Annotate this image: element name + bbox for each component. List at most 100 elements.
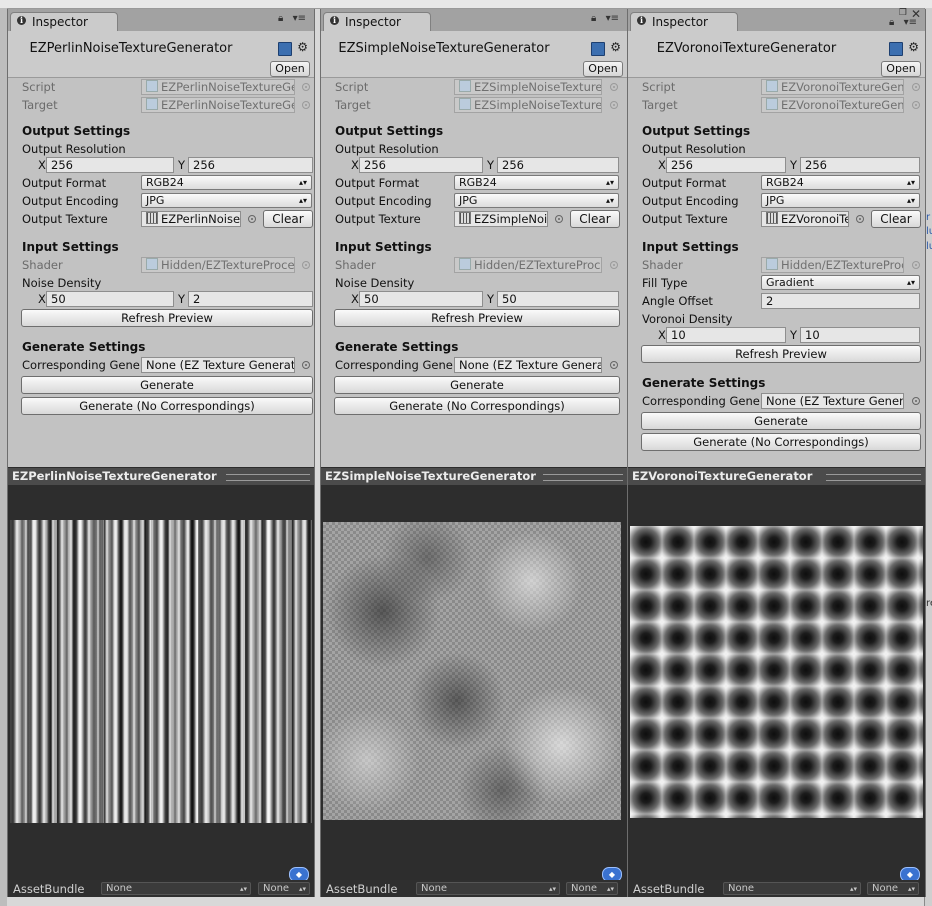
output-format-dropdown[interactable]: RGB24 ▴▾ bbox=[454, 175, 619, 190]
object-picker-icon[interactable] bbox=[856, 215, 864, 223]
object-picker-icon[interactable] bbox=[248, 215, 256, 223]
angle-offset-input[interactable]: 2 bbox=[761, 293, 920, 309]
open-button[interactable]: Open bbox=[270, 61, 310, 77]
menu-icon[interactable]: ▾≡ bbox=[606, 14, 619, 24]
generate-no-correspondings-button[interactable]: Generate (No Correspondings) bbox=[334, 397, 620, 415]
generate-button[interactable]: Generate bbox=[21, 376, 313, 394]
noise-density-y-input[interactable]: 2 bbox=[188, 291, 313, 307]
voronoi-density-x-input[interactable]: 10 bbox=[666, 327, 786, 343]
generate-button[interactable]: Generate bbox=[641, 412, 921, 430]
clear-button[interactable]: Clear bbox=[570, 210, 620, 228]
shader-field[interactable]: Hidden/EZTextureProce bbox=[761, 257, 904, 273]
assetbundle-variant-dropdown[interactable]: None ▴▾ bbox=[867, 882, 919, 895]
object-picker-icon[interactable] bbox=[610, 261, 618, 269]
target-field[interactable]: EZPerlinNoiseTextureGe bbox=[141, 97, 295, 113]
refresh-preview-button[interactable]: Refresh Preview bbox=[21, 309, 313, 327]
shader-field[interactable]: Hidden/EZTextureProce bbox=[141, 257, 295, 273]
help-book-icon[interactable] bbox=[889, 42, 903, 56]
corresponding-field[interactable]: None (EZ Texture Gener bbox=[761, 393, 904, 409]
lock-icon[interactable]: 🔒︎ bbox=[278, 14, 288, 24]
object-picker-icon[interactable] bbox=[302, 83, 310, 91]
gear-icon[interactable]: ⚙ bbox=[610, 40, 621, 54]
assetbundle-variant-dropdown[interactable]: None ▴▾ bbox=[566, 882, 618, 895]
assetbundle-name-dropdown[interactable]: None ▴▾ bbox=[416, 882, 560, 895]
lock-icon[interactable]: 🔒︎ bbox=[889, 18, 899, 28]
noise-density-label: Noise Density bbox=[335, 276, 415, 290]
clear-button[interactable]: Clear bbox=[871, 210, 921, 228]
output-texture-label: Output Texture bbox=[335, 212, 421, 226]
generate-no-correspondings-button[interactable]: Generate (No Correspondings) bbox=[641, 433, 921, 451]
gear-icon[interactable]: ⚙ bbox=[297, 40, 308, 54]
output-encoding-dropdown[interactable]: JPG ▴▾ bbox=[761, 193, 920, 208]
output-format-dropdown[interactable]: RGB24 ▴▾ bbox=[141, 175, 312, 190]
noise-density-x-input[interactable]: 50 bbox=[46, 291, 174, 307]
menu-icon[interactable]: ▾≡ bbox=[293, 14, 306, 24]
noise-density-x-input[interactable]: 50 bbox=[359, 291, 483, 307]
drag-grip[interactable] bbox=[826, 474, 921, 481]
generate-settings-header: Generate Settings bbox=[628, 375, 925, 391]
corresponding-field[interactable]: None (EZ Texture Generat bbox=[141, 357, 295, 373]
output-texture-field[interactable]: EZPerlinNoiseT bbox=[141, 211, 241, 227]
clear-button[interactable]: Clear bbox=[263, 210, 313, 228]
object-picker-icon[interactable] bbox=[912, 261, 920, 269]
help-book-icon[interactable] bbox=[591, 42, 605, 56]
script-field[interactable]: EZVoronoiTextureGen bbox=[761, 79, 904, 95]
assetbundle-name-dropdown[interactable]: None ▴▾ bbox=[101, 882, 251, 895]
output-texture-field[interactable]: EZSimpleNois bbox=[454, 211, 548, 227]
preview-title-bar[interactable]: EZVoronoiTextureGenerator bbox=[628, 467, 925, 486]
resolution-x-input[interactable]: 256 bbox=[666, 157, 786, 173]
assetbundle-variant-dropdown[interactable]: None ▴▾ bbox=[258, 882, 310, 895]
tab-inspector[interactable]: i Inspector bbox=[10, 12, 118, 32]
tab-bar: i Inspector 🔒︎ ▾≡ bbox=[321, 9, 627, 32]
resolution-y-input[interactable]: 256 bbox=[188, 157, 313, 173]
lock-icon[interactable]: 🔒︎ bbox=[591, 14, 601, 24]
object-picker-icon[interactable] bbox=[302, 261, 310, 269]
generate-no-correspondings-button[interactable]: Generate (No Correspondings) bbox=[21, 397, 313, 415]
fill-type-dropdown[interactable]: Gradient ▴▾ bbox=[761, 275, 920, 290]
menu-icon[interactable]: ▾≡ bbox=[904, 18, 917, 28]
texture-icon bbox=[146, 98, 158, 110]
drag-grip[interactable] bbox=[226, 474, 310, 481]
object-picker-icon[interactable] bbox=[555, 215, 563, 223]
noise-density-y-input[interactable]: 50 bbox=[497, 291, 619, 307]
tab-inspector[interactable]: i Inspector bbox=[630, 12, 738, 32]
target-field[interactable]: EZVoronoiTextureGen bbox=[761, 97, 904, 113]
gear-icon[interactable]: ⚙ bbox=[908, 40, 919, 54]
object-picker-icon[interactable] bbox=[912, 397, 920, 405]
shader-label: Shader bbox=[335, 258, 376, 272]
open-button[interactable]: Open bbox=[881, 61, 921, 77]
output-format-dropdown[interactable]: RGB24 ▴▾ bbox=[761, 175, 920, 190]
preview-title-bar[interactable]: EZPerlinNoiseTextureGenerator bbox=[8, 467, 314, 486]
object-picker-icon[interactable] bbox=[302, 361, 310, 369]
resolution-y-input[interactable]: 256 bbox=[800, 157, 920, 173]
output-encoding-dropdown[interactable]: JPG ▴▾ bbox=[141, 193, 312, 208]
resolution-x-input[interactable]: 256 bbox=[46, 157, 174, 173]
refresh-preview-button[interactable]: Refresh Preview bbox=[641, 345, 921, 363]
object-picker-icon[interactable] bbox=[302, 101, 310, 109]
shader-value: Hidden/EZTextureProce bbox=[781, 258, 904, 272]
voronoi-density-y-input[interactable]: 10 bbox=[800, 327, 920, 343]
generate-button[interactable]: Generate bbox=[334, 376, 620, 394]
target-field[interactable]: EZSimpleNoiseTexture bbox=[454, 97, 602, 113]
resolution-x-input[interactable]: 256 bbox=[359, 157, 483, 173]
object-picker-icon[interactable] bbox=[610, 361, 618, 369]
tab-inspector[interactable]: i Inspector bbox=[323, 12, 431, 32]
corresponding-field[interactable]: None (EZ Texture Genera bbox=[454, 357, 602, 373]
shader-field[interactable]: Hidden/EZTextureProce bbox=[454, 257, 602, 273]
object-picker-icon[interactable] bbox=[610, 101, 618, 109]
output-encoding-dropdown[interactable]: JPG ▴▾ bbox=[454, 193, 619, 208]
preview-title-bar[interactable]: EZSimpleNoiseTextureGenerator bbox=[321, 467, 627, 486]
script-field[interactable]: EZPerlinNoiseTextureGe bbox=[141, 79, 295, 95]
drag-grip[interactable] bbox=[543, 474, 623, 481]
help-book-icon[interactable] bbox=[278, 42, 292, 56]
object-picker-icon[interactable] bbox=[610, 83, 618, 91]
assetbundle-name-dropdown[interactable]: None ▴▾ bbox=[723, 882, 861, 895]
refresh-preview-button[interactable]: Refresh Preview bbox=[334, 309, 620, 327]
output-texture-field[interactable]: EZVoronoiTe bbox=[761, 211, 849, 227]
open-button[interactable]: Open bbox=[583, 61, 623, 77]
object-picker-icon[interactable] bbox=[912, 83, 920, 91]
y-label: Y bbox=[790, 328, 798, 342]
resolution-y-input[interactable]: 256 bbox=[497, 157, 619, 173]
script-field[interactable]: EZSimpleNoiseTexture bbox=[454, 79, 602, 95]
object-picker-icon[interactable] bbox=[912, 101, 920, 109]
